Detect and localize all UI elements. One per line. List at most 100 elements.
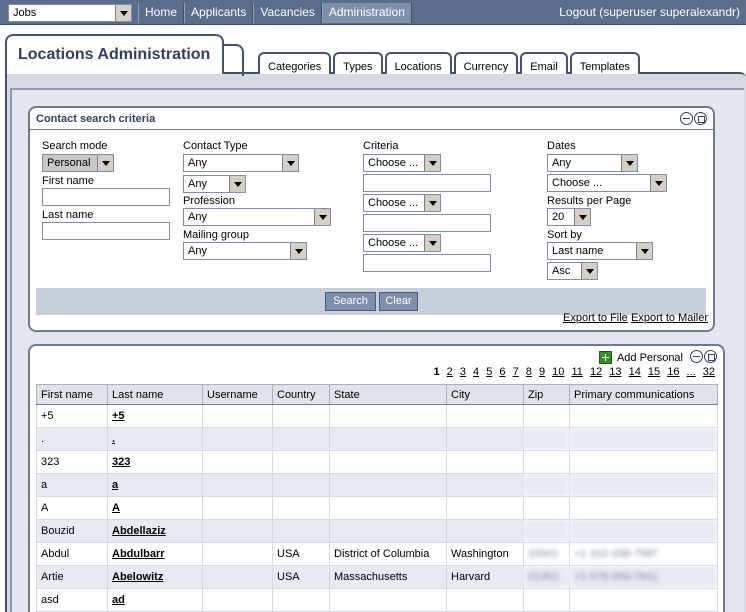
cell-first-name: +5 — [36, 404, 108, 428]
page-link[interactable]: 9 — [539, 366, 545, 378]
page-link[interactable]: 6 — [499, 366, 505, 378]
dates-select[interactable]: Any — [547, 154, 638, 172]
sort-by-select[interactable]: Last name — [547, 242, 653, 260]
criteria-input-2[interactable] — [363, 214, 491, 232]
tab-templates[interactable]: Templates — [569, 52, 640, 74]
tab-locations[interactable]: Locations — [384, 52, 452, 74]
cell-last-name[interactable]: Abdulbarr — [107, 542, 203, 566]
page-link[interactable]: 2 — [447, 366, 453, 378]
first-name-label: First name — [42, 175, 94, 187]
dates-choose-select[interactable]: Choose ... — [547, 174, 667, 192]
page-link[interactable]: 12 — [590, 366, 602, 378]
page-link[interactable]: 3 — [460, 366, 466, 378]
add-personal-button[interactable]: Add Personal — [598, 351, 683, 364]
page-ellipsis[interactable]: ... — [687, 366, 696, 378]
chevron-down-icon[interactable] — [115, 5, 131, 21]
table-row[interactable]: Bouzid Abdellaziz — [36, 519, 718, 543]
page-link[interactable]: 15 — [648, 366, 660, 378]
chevron-down-icon — [574, 209, 590, 225]
column-state[interactable]: State — [329, 384, 447, 405]
table-row[interactable]: aa — [36, 473, 718, 497]
mailing-group-select[interactable]: Any — [183, 242, 307, 260]
criteria-select-2[interactable]: Choose ... — [363, 194, 441, 212]
column-first-name[interactable]: First name — [36, 384, 108, 405]
criteria-input-1[interactable] — [363, 174, 491, 192]
page-link[interactable]: 16 — [667, 366, 679, 378]
export-to-mailer-link[interactable]: Export to Mailer — [631, 312, 708, 324]
maximize-icon[interactable] — [704, 350, 717, 363]
column-username[interactable]: Username — [202, 384, 273, 405]
column-city[interactable]: City — [446, 384, 524, 405]
mailing-group-value: Any — [188, 245, 207, 257]
contact-type-select[interactable]: Any — [183, 154, 299, 172]
tab-email[interactable]: Email — [520, 52, 568, 74]
cell-city — [446, 496, 524, 520]
table-row[interactable]: asd ad — [36, 588, 718, 612]
contact-subtype-select[interactable]: Any — [183, 175, 246, 193]
minimize-icon[interactable] — [680, 112, 693, 125]
page-link[interactable]: 8 — [526, 366, 532, 378]
criteria-select-3[interactable]: Choose ... — [363, 234, 441, 252]
cell-city — [446, 588, 524, 612]
column-primary-communications[interactable]: Primary communications — [569, 384, 718, 405]
table-row[interactable]: Artie Abelowitz USA Massachusetts Harvard 014… — [36, 565, 718, 589]
cell-last-name[interactable]: Abelowitz — [107, 565, 203, 589]
tab-types[interactable]: Types — [333, 52, 383, 74]
cell-zip — [523, 519, 570, 543]
cell-last-name[interactable]: A — [107, 496, 203, 520]
maximize-icon[interactable] — [694, 112, 707, 125]
cell-city: Washington — [446, 542, 524, 566]
export-to-file-link[interactable]: Export to File — [563, 312, 628, 324]
criteria-select-1[interactable]: Choose ... — [363, 154, 441, 172]
table-row[interactable]: 323 323 — [36, 450, 718, 474]
page-link[interactable]: 4 — [473, 366, 479, 378]
cell-last-name[interactable]: +5 — [107, 404, 203, 428]
cell-country: USA — [272, 565, 330, 589]
cell-country — [272, 473, 330, 497]
page-link[interactable]: 10 — [552, 366, 564, 378]
contact-subtype-value: Any — [188, 178, 207, 190]
tab-categories[interactable]: Categories — [258, 52, 332, 74]
sort-order-select[interactable]: Asc — [547, 262, 598, 280]
nav-home[interactable]: Home — [138, 3, 185, 23]
cell-last-name[interactable]: ad — [107, 588, 203, 612]
app-select[interactable]: Jobs — [8, 4, 132, 22]
cell-username — [202, 473, 273, 497]
criteria-input-3[interactable] — [363, 254, 491, 272]
page-link[interactable]: 7 — [513, 366, 519, 378]
cell-communications — [569, 427, 718, 451]
page-link[interactable]: 14 — [629, 366, 641, 378]
search-button[interactable]: Search — [325, 292, 376, 311]
page-link[interactable]: 32 — [703, 366, 715, 378]
tab-currency[interactable]: Currency — [453, 52, 519, 74]
nav-administration[interactable]: Administration — [321, 3, 412, 23]
last-name-input[interactable] — [42, 222, 170, 240]
cell-last-name[interactable]: . — [107, 427, 203, 451]
results-per-page-select[interactable]: 20 — [547, 208, 591, 226]
cell-last-name[interactable]: 323 — [107, 450, 203, 474]
table-row[interactable]: +5 +5 — [36, 404, 718, 428]
table-row[interactable]: .. — [36, 427, 718, 451]
cell-last-name[interactable]: Abdellaziz — [107, 519, 203, 543]
minimize-icon[interactable] — [690, 350, 703, 363]
nav-vacancies[interactable]: Vacancies — [253, 3, 322, 23]
cell-last-name[interactable]: a — [107, 473, 203, 497]
top-bar: Jobs Home Applicants Vacancies Administr… — [0, 0, 746, 25]
table-row[interactable]: Abdul Abdulbarr USA District of Columbia Was… — [36, 542, 718, 566]
page-link[interactable]: 11 — [571, 366, 582, 378]
nav-applicants[interactable]: Applicants — [184, 3, 254, 23]
page-link[interactable]: 13 — [609, 366, 621, 378]
results-panel: Add Personal 1 2 3 4 5 6 7 8 9 10 11 12 … — [28, 344, 725, 612]
logout-link[interactable]: Logout (superuser superalexandr) — [559, 3, 740, 22]
first-name-input[interactable] — [42, 188, 170, 206]
page-link[interactable]: 5 — [486, 366, 492, 378]
profession-select[interactable]: Any — [183, 208, 331, 226]
search-mode-select[interactable]: Personal — [42, 154, 114, 172]
clear-button[interactable]: Clear — [379, 292, 418, 311]
chevron-down-icon — [636, 243, 652, 259]
column-last-name[interactable]: Last name — [107, 384, 203, 405]
criteria-value-2: Choose ... — [368, 197, 419, 209]
table-row[interactable]: AA — [36, 496, 718, 520]
column-zip[interactable]: Zip — [523, 384, 570, 405]
column-country[interactable]: Country — [272, 384, 330, 405]
